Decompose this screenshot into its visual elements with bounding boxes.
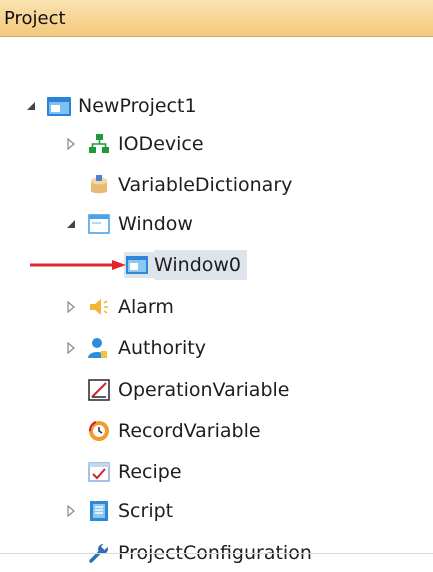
tree-node-variabledictionary[interactable]: VariableDictionary: [86, 166, 292, 204]
tree-node-script[interactable]: Script: [62, 492, 173, 530]
collapsed-triangle-icon[interactable]: [62, 135, 80, 153]
expanded-triangle-icon[interactable]: [62, 215, 80, 233]
user-icon: [86, 335, 112, 361]
tree-node-label: OperationVariable: [118, 379, 290, 401]
tree-node-newproject1[interactable]: NewProject1: [22, 87, 197, 125]
tree-node-iodevice[interactable]: IODevice: [62, 125, 204, 163]
project-icon: [46, 93, 72, 119]
tree-node-recordvariable[interactable]: RecordVariable: [86, 412, 261, 450]
speaker-icon: [86, 294, 112, 320]
tree-node-window[interactable]: Window: [62, 205, 193, 243]
window-icon: [86, 211, 112, 237]
tree-node-label: Window: [118, 213, 193, 235]
tree-node-label: VariableDictionary: [118, 174, 293, 196]
tree-node-label: IODevice: [118, 133, 204, 155]
tree-node-recipe[interactable]: Recipe: [86, 453, 182, 491]
annotation-arrow: [30, 260, 126, 270]
tree-node-label: RecordVariable: [118, 420, 261, 442]
tree-node-label: Recipe: [118, 461, 182, 483]
tree-node-label: Authority: [118, 337, 206, 359]
collapsed-triangle-icon[interactable]: [62, 339, 80, 357]
tree-node-label: Alarm: [118, 296, 174, 318]
panel-title: Project: [4, 7, 66, 29]
network-icon: [86, 131, 112, 157]
project-panel: Project NewProject1 IODevice VariableDic…: [0, 0, 433, 564]
tree-node-alarm[interactable]: Alarm: [62, 288, 174, 326]
collapsed-triangle-icon[interactable]: [62, 298, 80, 316]
tree-node-window0[interactable]: Window0: [124, 246, 248, 284]
tree-node-label: NewProject1: [78, 95, 197, 117]
tree-node-authority[interactable]: Authority: [62, 329, 206, 367]
collapsed-triangle-icon[interactable]: [62, 502, 80, 520]
database-icon: [86, 172, 112, 198]
panel-header: Project: [0, 0, 433, 37]
script-icon: [86, 498, 112, 524]
operation-variable-icon: [86, 377, 112, 403]
tree-node-label: Script: [118, 500, 174, 522]
window-screen-icon: [124, 252, 156, 278]
record-icon: [86, 418, 112, 444]
expanded-triangle-icon[interactable]: [22, 97, 40, 115]
recipe-icon: [86, 459, 112, 485]
tree-node-operationvariable[interactable]: OperationVariable: [86, 371, 289, 409]
tree-node-label: Window0: [154, 250, 248, 280]
